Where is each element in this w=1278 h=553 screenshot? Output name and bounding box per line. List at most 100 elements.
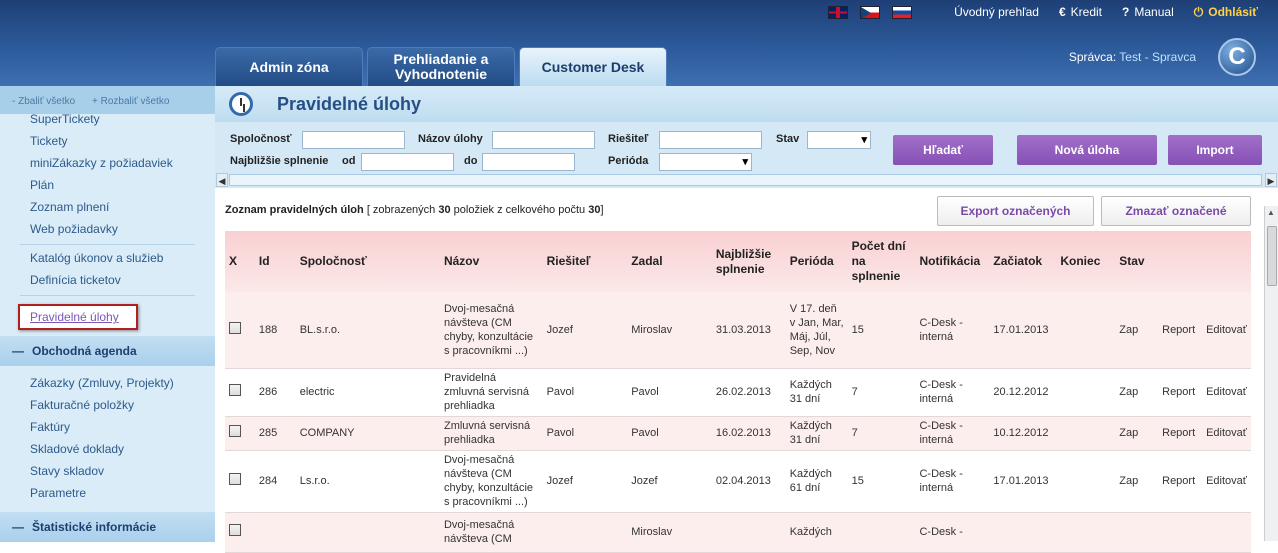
cell-period: V 17. deň v Jan, Mar, Máj, Júl, Sep, Nov xyxy=(785,292,848,369)
sidebar-item-minizakazky[interactable]: miniZákazky z požiadaviek xyxy=(0,152,215,174)
cell-id: 284 xyxy=(254,450,296,513)
admin-name[interactable]: Test - Spravca xyxy=(1119,50,1196,64)
import-button[interactable]: Import xyxy=(1168,135,1262,165)
task-name-input[interactable] xyxy=(492,131,595,149)
col-header-next-due[interactable]: Najbližšie splnenie xyxy=(711,231,786,292)
english-flag-icon[interactable] xyxy=(828,5,849,19)
edit-link[interactable] xyxy=(1202,512,1251,553)
period-label: Perióda xyxy=(608,155,649,167)
filter-panel: Spoločnosť Názov úlohy Riešiteľ Stav Naj… xyxy=(215,122,1278,172)
report-link[interactable]: Report xyxy=(1158,368,1203,417)
admin-info: Správca: Test - Spravca xyxy=(1068,50,1196,64)
logout-link[interactable]: ⏻ Odhlásiť xyxy=(1194,5,1258,20)
company-input[interactable] xyxy=(302,131,405,149)
row-checkbox[interactable] xyxy=(229,321,241,334)
sidebar-item-supertickety[interactable]: SuperTickety xyxy=(0,108,215,130)
sidebar-item-web-poziadavky[interactable]: Web požiadavky xyxy=(0,218,215,240)
cell-status[interactable]: Zap xyxy=(1115,450,1159,513)
col-header-company[interactable]: Spoločnosť xyxy=(295,231,440,292)
col-header-notification[interactable]: Notifikácia xyxy=(915,231,990,292)
sidebar-item-definicia-ticketov[interactable]: Definícia ticketov xyxy=(0,269,215,291)
sidebar-item-zoznam-plneni[interactable]: Zoznam plnení xyxy=(0,196,215,218)
sidebar-item-parametre[interactable]: Parametre xyxy=(0,482,215,504)
cell-name: Dvoj-mesačná návšteva (CM chyby, konzult… xyxy=(439,292,543,369)
export-selected-button[interactable]: Export označených xyxy=(937,196,1094,226)
sidebar-item-plan[interactable]: Plán xyxy=(0,174,215,196)
row-checkbox[interactable] xyxy=(229,425,241,437)
edit-link[interactable]: Editovať xyxy=(1202,416,1251,451)
cell-status[interactable]: Zap xyxy=(1115,416,1159,451)
new-task-button[interactable]: Nová úloha xyxy=(1017,135,1157,165)
col-header-assigned-by[interactable]: Zadal xyxy=(627,231,712,292)
col-header-select: X xyxy=(225,231,255,292)
cell-status[interactable]: Zap xyxy=(1115,292,1159,369)
table-row: 284 Ls.r.o. Dvoj-mesačná návšteva (CM ch… xyxy=(225,450,1251,513)
row-checkbox[interactable] xyxy=(229,384,241,396)
credit-link[interactable]: € Kredit xyxy=(1059,5,1102,19)
cell-next-due: 26.02.2013 xyxy=(711,368,786,417)
tasks-table: X Id Spoločnosť Názov Riešiteľ Zadal Naj… xyxy=(225,231,1251,553)
edit-link[interactable]: Editovať xyxy=(1202,368,1251,417)
sidebar-item-katalog[interactable]: Katalóg úkonov a služieb xyxy=(0,247,215,269)
cell-assigned-by: Pavol xyxy=(627,368,712,417)
sidebar-item-fakturacne-polozky[interactable]: Fakturačné položky xyxy=(0,394,215,416)
scroll-right-icon[interactable]: ▶ xyxy=(1265,173,1277,187)
manual-link[interactable]: ? Manual xyxy=(1122,5,1174,19)
date-to-input[interactable] xyxy=(482,153,575,171)
col-header-solver[interactable]: Riešiteľ xyxy=(542,231,628,292)
edit-link[interactable]: Editovať xyxy=(1202,450,1251,513)
scroll-thumb[interactable] xyxy=(1267,226,1277,286)
sidebar-item-faktury[interactable]: Faktúry xyxy=(0,416,215,438)
expand-all-link[interactable]: + Rozbaliť všetko xyxy=(92,96,169,107)
sidebar-section-obchodna-agenda[interactable]: — Obchodná agenda xyxy=(0,336,215,366)
cell-assigned-by: Pavol xyxy=(627,416,712,451)
period-select[interactable] xyxy=(659,153,752,171)
vertical-scrollbar[interactable]: ▲ xyxy=(1264,206,1278,541)
scroll-left-icon[interactable]: ◀ xyxy=(216,173,228,187)
cell-solver: Jozef xyxy=(542,450,628,513)
overview-link[interactable]: Úvodný prehľad xyxy=(954,5,1039,19)
report-link[interactable] xyxy=(1158,512,1203,553)
sidebar-divider xyxy=(20,295,195,296)
sidebar-section-statisticke-informacie[interactable]: — Štatistické informácie xyxy=(0,512,215,542)
sidebar-item-stavy-skladov[interactable]: Stavy skladov xyxy=(0,460,215,482)
col-header-edit xyxy=(1202,231,1251,292)
edit-link[interactable]: Editovať xyxy=(1202,292,1251,369)
sidebar-item-skladove-doklady[interactable]: Skladové doklady xyxy=(0,438,215,460)
tab-review-evaluation[interactable]: Prehliadanie a Vyhodnotenie xyxy=(367,47,515,86)
col-header-name[interactable]: Názov xyxy=(439,231,543,292)
report-link[interactable]: Report xyxy=(1158,292,1203,369)
col-header-status[interactable]: Stav xyxy=(1115,231,1159,292)
cell-next-due: 31.03.2013 xyxy=(711,292,786,369)
czech-flag-icon[interactable] xyxy=(860,5,881,19)
date-from-input[interactable] xyxy=(361,153,454,171)
scroll-track[interactable] xyxy=(229,174,1262,186)
collapse-all-link[interactable]: - Zbaliť všetko xyxy=(12,96,75,107)
cell-company: electric xyxy=(295,368,440,417)
tab-admin-zone[interactable]: Admin zóna xyxy=(215,47,363,86)
row-checkbox[interactable] xyxy=(229,524,241,536)
slovak-flag-icon[interactable] xyxy=(892,5,913,19)
horizontal-scrollbar[interactable]: ◀ ▶ xyxy=(215,172,1278,188)
sidebar-item-pravidelne-ulohy[interactable]: Pravidelné úlohy xyxy=(18,304,138,330)
delete-selected-button[interactable]: Zmazať označené xyxy=(1101,196,1251,226)
tab-customer-desk[interactable]: Customer Desk xyxy=(519,47,667,86)
cell-status[interactable] xyxy=(1115,512,1159,553)
sidebar-item-zakazky[interactable]: Zákazky (Zmluvy, Projekty) xyxy=(0,372,215,394)
row-checkbox[interactable] xyxy=(229,473,241,485)
report-link[interactable]: Report xyxy=(1158,416,1203,451)
col-header-end[interactable]: Koniec xyxy=(1056,231,1116,292)
status-select[interactable] xyxy=(807,131,871,149)
solver-input[interactable] xyxy=(659,131,762,149)
sidebar-item-tickety[interactable]: Tickety xyxy=(0,130,215,152)
cell-status[interactable]: Zap xyxy=(1115,368,1159,417)
search-button[interactable]: Hľadať xyxy=(893,135,993,165)
col-header-days[interactable]: Počet dní na splnenie xyxy=(847,231,916,292)
col-header-period[interactable]: Perióda xyxy=(785,231,848,292)
clock-icon xyxy=(229,92,253,116)
col-header-id[interactable]: Id xyxy=(254,231,296,292)
scroll-up-icon[interactable]: ▲ xyxy=(1267,208,1275,217)
report-link[interactable]: Report xyxy=(1158,450,1203,513)
col-header-start[interactable]: Začiatok xyxy=(989,231,1057,292)
col-header-report xyxy=(1158,231,1203,292)
